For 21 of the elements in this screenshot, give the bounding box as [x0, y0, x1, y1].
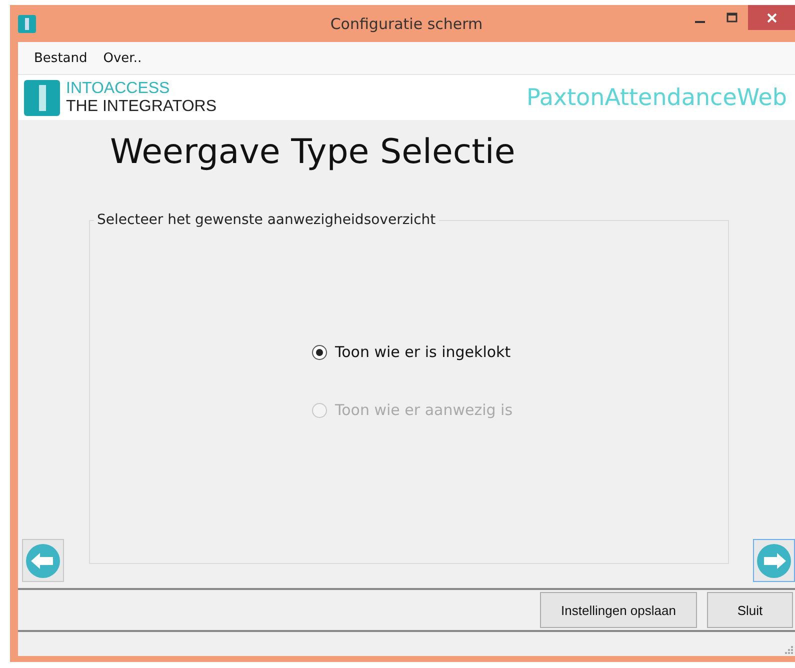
dialog-button[interactable]: Instellingen opslaan	[540, 592, 697, 628]
page-heading: Weergave Type Selectie	[110, 132, 516, 174]
app-icon	[18, 14, 36, 32]
next-button[interactable]	[753, 539, 795, 582]
menu-item[interactable]: Over..	[99, 50, 146, 66]
close-icon	[766, 12, 778, 24]
brand-tagline: THE INTEGRATORS	[66, 98, 217, 116]
radio-option[interactable]: Toon wie er is ingeklokt	[312, 343, 511, 361]
close-button[interactable]	[748, 5, 795, 30]
dialog-button[interactable]: Sluit	[707, 592, 793, 628]
maximize-icon	[726, 12, 738, 24]
window-title: Configuratie scherm	[330, 14, 483, 32]
resize-grip-icon	[785, 646, 793, 654]
brand-name: INTOACCESS	[66, 80, 171, 98]
logo-icon	[24, 80, 60, 116]
back-button[interactable]	[22, 539, 64, 582]
group-legend: Selecteer het gewenste aanwezigheidsoverzicht	[94, 212, 439, 228]
menu-item[interactable]: Bestand	[30, 50, 92, 66]
app-name: PaxtonAttendanceWeb	[526, 84, 787, 110]
radio-option: Toon wie er aanwezig is	[312, 401, 513, 419]
minimize-icon	[695, 20, 705, 22]
